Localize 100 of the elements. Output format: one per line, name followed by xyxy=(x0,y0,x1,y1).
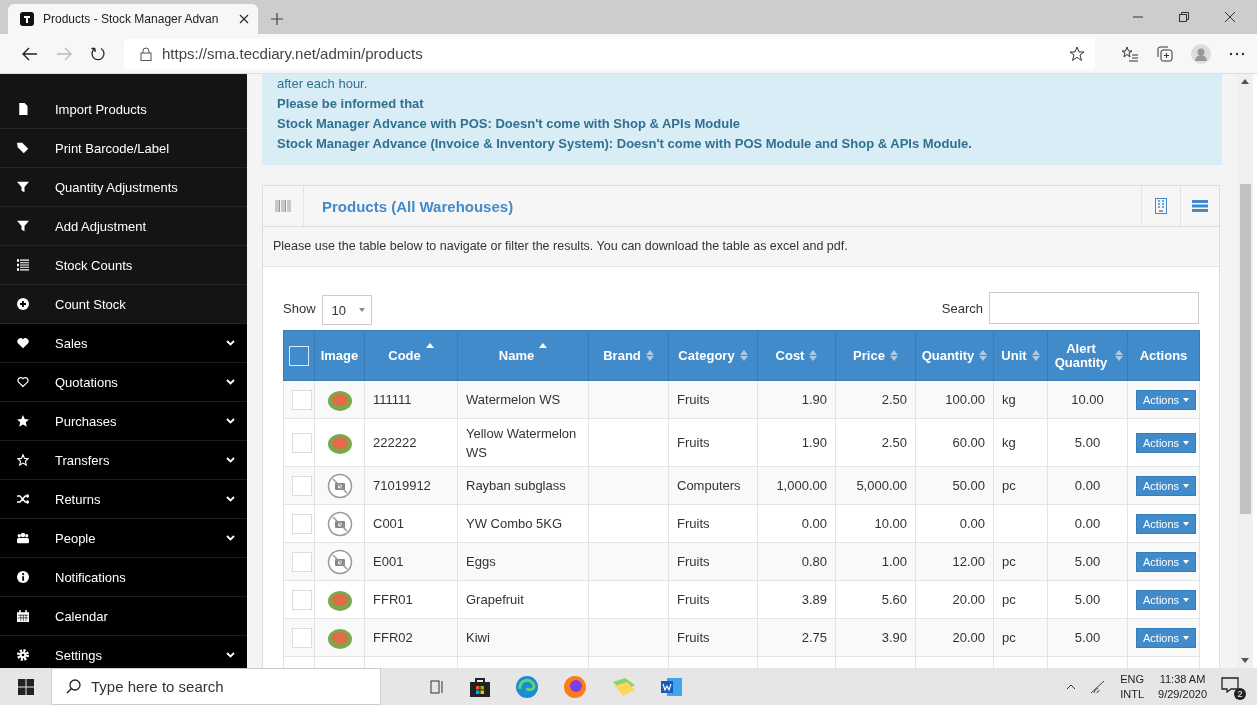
table-cell: kg xyxy=(1002,392,1016,407)
table-cell: 20.00 xyxy=(952,630,985,645)
table-cell: Fruits xyxy=(677,516,710,531)
browser-logo-icon[interactable] xyxy=(515,674,539,699)
refresh-icon[interactable] xyxy=(90,45,106,62)
scroll-down-icon[interactable] xyxy=(1241,658,1249,664)
column-header[interactable]: Alert Quantity xyxy=(1047,330,1128,381)
column-header[interactable]: Unit xyxy=(993,330,1048,381)
favorites-icon[interactable] xyxy=(1121,45,1139,62)
restore-icon[interactable] xyxy=(1179,12,1189,22)
clock[interactable]: 11:38 AM 9/29/2020 xyxy=(1158,671,1207,702)
table-cell: 5.00 xyxy=(1074,592,1101,607)
table-cell: 2.50 xyxy=(881,435,907,450)
actions-dropdown-button[interactable]: Actions xyxy=(1136,589,1197,610)
page-size-select[interactable]: 10 xyxy=(321,295,372,325)
list-icon xyxy=(17,259,29,271)
actions-dropdown-button[interactable]: Actions xyxy=(1136,627,1197,648)
info-icon xyxy=(17,571,29,583)
row-checkbox[interactable] xyxy=(292,627,312,648)
profile-avatar-icon[interactable] xyxy=(1191,43,1211,64)
actions-dropdown-button[interactable]: Actions xyxy=(1136,475,1197,496)
new-tab-icon[interactable] xyxy=(270,12,284,26)
table-cell: 3.89 xyxy=(801,592,827,607)
collections-icon[interactable] xyxy=(1157,45,1173,62)
row-checkbox[interactable] xyxy=(292,589,312,610)
column-header[interactable]: Cost xyxy=(757,330,836,381)
column-header[interactable]: Name xyxy=(457,330,589,381)
back-arrow-icon[interactable] xyxy=(22,46,38,61)
table-cell: Fruits xyxy=(677,435,710,450)
table-cell: Fruits xyxy=(677,392,710,407)
table-cell: pc xyxy=(1002,630,1016,645)
column-header[interactable]: Category xyxy=(668,330,758,381)
sidebar-item[interactable]: Calendar xyxy=(0,597,247,636)
sidebar-item[interactable]: Notifications xyxy=(0,558,247,597)
table-cell: 10.00 xyxy=(874,516,907,531)
actions-dropdown-button[interactable]: Actions xyxy=(1136,389,1197,410)
search-icon xyxy=(66,679,81,694)
table-cell: 10.00 xyxy=(1071,392,1104,407)
file-icon xyxy=(17,103,29,115)
address-bar[interactable]: https://sma.tecdiary.net/admin/products xyxy=(124,38,1095,69)
close-icon[interactable] xyxy=(1225,12,1235,22)
table-cell: Fruits xyxy=(677,592,710,607)
chevron-up-icon[interactable] xyxy=(1066,683,1077,690)
list-icon[interactable] xyxy=(1192,200,1208,212)
sidebar-item[interactable]: Import Products xyxy=(0,90,247,129)
table-cell: Yellow Watermelon WS xyxy=(466,425,577,460)
panel-description: Please use the table below to navigate or filter the results. You can download the table as excel and pdf. xyxy=(263,227,1219,267)
table-cell: 0.00 xyxy=(959,516,985,531)
network-icon[interactable] xyxy=(1090,679,1107,694)
sidebar-item[interactable]: Count Stock xyxy=(0,285,247,324)
column-header[interactable]: Price xyxy=(835,330,916,381)
scrollbar-thumb[interactable] xyxy=(1239,184,1251,514)
table-cell: 0.80 xyxy=(801,554,827,569)
browser-tab[interactable]: Products - Stock Manager Advan xyxy=(8,4,258,34)
taskbar-search-field[interactable]: Type here to search xyxy=(51,668,381,705)
gear-icon xyxy=(17,649,29,661)
word-document-icon[interactable] xyxy=(661,676,683,697)
filter-icon xyxy=(17,181,29,193)
sidebar-item[interactable]: Add Adjustment xyxy=(0,207,247,246)
row-checkbox[interactable] xyxy=(292,389,312,410)
column-header[interactable]: Quantity xyxy=(915,330,994,381)
sidebar-item[interactable]: Print Barcode/Label xyxy=(0,129,247,168)
sidebar-item[interactable]: Sales xyxy=(0,324,247,363)
store-icon[interactable] xyxy=(469,675,491,698)
language-indicator[interactable]: ENG INTL xyxy=(1120,671,1145,702)
table-cell: 1.90 xyxy=(801,392,827,407)
column-header[interactable]: Code xyxy=(364,330,458,381)
table-cell: Grapefruit xyxy=(466,592,524,607)
table-cell: Kiwi xyxy=(466,630,490,645)
vertical-scrollbar[interactable] xyxy=(1237,74,1253,668)
table-cell: 50.00 xyxy=(952,478,985,493)
row-checkbox[interactable] xyxy=(292,551,312,572)
actions-dropdown-button[interactable]: Actions xyxy=(1136,551,1197,572)
fox-browser-icon[interactable] xyxy=(563,674,587,699)
sidebar-item[interactable]: Quantity Adjustments xyxy=(0,168,247,207)
column-header[interactable]: Brand xyxy=(588,330,669,381)
sidebar-item[interactable]: People xyxy=(0,519,247,558)
row-checkbox[interactable] xyxy=(292,513,312,534)
scroll-up-icon[interactable] xyxy=(1241,78,1249,84)
star-icon[interactable] xyxy=(1069,45,1085,62)
notification-count-badge: 2 xyxy=(1234,687,1246,700)
search-field[interactable] xyxy=(989,292,1199,324)
actions-dropdown-button[interactable]: Actions xyxy=(1136,513,1197,534)
actions-dropdown-button[interactable]: Actions xyxy=(1136,432,1197,453)
row-checkbox[interactable] xyxy=(292,475,312,496)
column-header: Actions xyxy=(1127,330,1200,381)
close-icon[interactable] xyxy=(239,14,249,24)
table-cell: 2.75 xyxy=(801,630,827,645)
show-label: Show xyxy=(283,300,316,316)
calendar-icon xyxy=(17,610,29,622)
windows-start-icon[interactable] xyxy=(18,678,34,695)
table-cell: 222222 xyxy=(373,435,417,450)
sidebar-item[interactable]: Stock Counts xyxy=(0,246,247,285)
more-icon[interactable] xyxy=(1229,51,1245,56)
task-view-icon[interactable] xyxy=(429,678,445,695)
forward-arrow-icon[interactable] xyxy=(56,46,72,61)
row-checkbox[interactable] xyxy=(292,432,312,453)
building-icon[interactable] xyxy=(1155,198,1167,214)
table-cell: 1,000.00 xyxy=(776,478,827,493)
select-all-checkbox[interactable] xyxy=(289,345,309,366)
